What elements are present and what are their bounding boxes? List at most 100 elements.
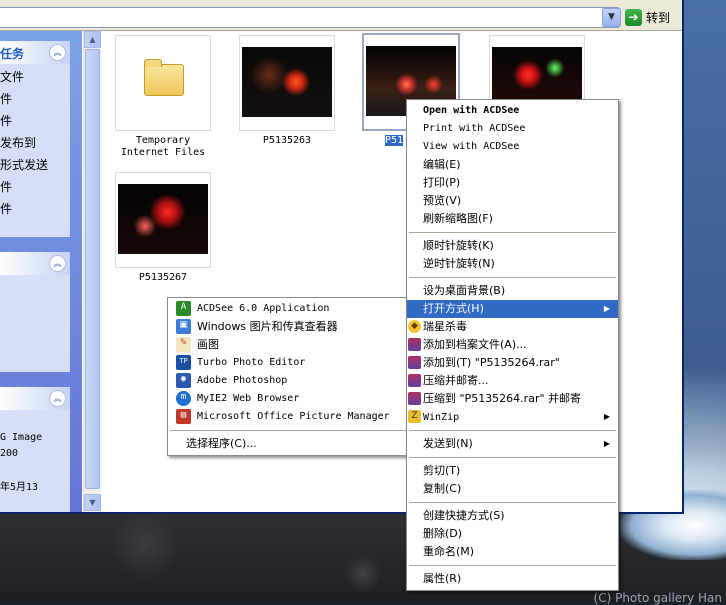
scroll-up-icon[interactable]: ▲	[84, 31, 101, 48]
menu-item-copy[interactable]: 复制(C)	[407, 480, 618, 498]
menu-item-label: 添加到(T) "P5135264.rar"	[423, 356, 560, 369]
menu-item-print[interactable]: 打印(P)	[407, 174, 618, 192]
menu-item-choose-program[interactable]: 选择程序(C)...	[168, 435, 408, 453]
winrar-icon	[408, 374, 421, 387]
vertical-scrollbar[interactable]: ▲ ▼	[83, 31, 101, 512]
winrar-icon	[408, 356, 421, 369]
menu-item-add-archive[interactable]: 添加到档案文件(A)...	[407, 336, 618, 354]
photo-thumbnail	[242, 47, 332, 117]
task-link[interactable]: 件	[0, 112, 70, 134]
picture-manager-icon: ▤	[176, 409, 191, 424]
detail-line: 年5月13	[0, 482, 39, 493]
task-panel-other: ︽	[0, 252, 70, 372]
menu-item-label: 打开方式(H)	[423, 302, 484, 315]
paint-icon: ✎	[176, 337, 191, 352]
menu-item-add-to-rar[interactable]: 添加到(T) "P5135264.rar"	[407, 354, 618, 372]
open-with-submenu: A ACDSee 6.0 Application ▣ Windows 图片和传真…	[167, 297, 409, 456]
menu-item-windows-viewer[interactable]: ▣ Windows 图片和传真查看器	[168, 318, 408, 336]
task-pane: 任务 ︽ 文件 件 件 发布到 形式发送 件 件 ︽ ︽ G Image 200…	[0, 31, 82, 512]
collapse-chevron-icon[interactable]: ︽	[49, 255, 66, 272]
file-item[interactable]: P5135267	[113, 172, 213, 284]
menu-separator	[409, 277, 616, 278]
menu-item-label: 发送到(N)	[423, 437, 473, 450]
submenu-arrow-icon: ▶	[603, 304, 610, 313]
menu-separator	[409, 430, 616, 431]
menu-item-label: Turbo Photo Editor	[197, 357, 306, 368]
menu-item-send-to[interactable]: 发送到(N) ▶	[407, 435, 618, 453]
collapse-chevron-icon[interactable]: ︽	[49, 44, 66, 61]
menu-item-turbo-photo[interactable]: TP Turbo Photo Editor	[168, 354, 408, 372]
menu-separator	[409, 232, 616, 233]
task-link[interactable]: 件	[0, 178, 70, 200]
goto-label: 转到	[646, 10, 671, 25]
goto-arrow-icon: ➔	[625, 8, 642, 26]
menu-item-edit[interactable]: 编辑(E)	[407, 156, 618, 174]
task-panel-header[interactable]: ︽	[0, 252, 70, 275]
menu-item-label: ACDSee 6.0 Application	[197, 303, 330, 314]
file-label: P5135263	[262, 135, 312, 146]
detail-line: G Image	[0, 432, 43, 443]
task-panel-title: 任务	[0, 47, 25, 61]
thumbnail-frame	[115, 172, 211, 268]
menu-separator	[170, 430, 406, 431]
context-menu: Open with ACDSee Print with ACDSee View …	[406, 99, 619, 591]
goto-button[interactable]: ➔ 转到	[625, 8, 670, 26]
menu-item-photoshop[interactable]: ◉ Adobe Photoshop	[168, 372, 408, 390]
task-link[interactable]: 件	[0, 90, 70, 112]
menu-item-preview[interactable]: 预览(V)	[407, 192, 618, 210]
menu-item-label: 添加到档案文件(A)...	[423, 338, 527, 351]
menu-separator	[409, 457, 616, 458]
scroll-thumb[interactable]	[85, 49, 100, 489]
menu-item-cut[interactable]: 剪切(T)	[407, 462, 618, 480]
menu-item-print-acdsee[interactable]: Print with ACDSee	[407, 120, 618, 138]
menu-item-refresh-thumbnail[interactable]: 刷新缩略图(F)	[407, 210, 618, 228]
menu-item-open-acdsee[interactable]: Open with ACDSee	[407, 102, 618, 120]
menu-item-winzip[interactable]: Z WinZip ▶	[407, 408, 618, 426]
menu-item-compress-rar-email[interactable]: 压缩到 "P5135264.rar" 并邮寄	[407, 390, 618, 408]
menu-item-delete[interactable]: 删除(D)	[407, 525, 618, 543]
menu-item-acdsee-app[interactable]: A ACDSee 6.0 Application	[168, 300, 408, 318]
menu-item-view-acdsee[interactable]: View with ACDSee	[407, 138, 618, 156]
photo-thumbnail	[118, 184, 208, 254]
menu-item-paint[interactable]: ✎ 画图	[168, 336, 408, 354]
menu-separator	[409, 565, 616, 566]
address-bar: ▼ ➔ 转到	[0, 0, 682, 31]
menu-item-label: 压缩到 "P5135264.rar" 并邮寄	[423, 392, 582, 405]
collapse-chevron-icon[interactable]: ︽	[49, 390, 66, 407]
task-link[interactable]: 发布到	[0, 134, 70, 156]
menu-item-myie2[interactable]: m MyIE2 Web Browser	[168, 390, 408, 408]
file-label: P5135267	[138, 272, 188, 283]
menu-item-set-wallpaper[interactable]: 设为桌面背景(B)	[407, 282, 618, 300]
winrar-icon	[408, 338, 421, 351]
menu-item-office-picture[interactable]: ▤ Microsoft Office Picture Manager	[168, 408, 408, 426]
menu-item-rotate-ccw[interactable]: 逆时针旋转(N)	[407, 255, 618, 273]
task-panel-header[interactable]: ︽	[0, 387, 70, 410]
file-label: P51	[385, 135, 404, 146]
scroll-down-icon[interactable]: ▼	[84, 494, 101, 511]
task-link[interactable]: 件	[0, 200, 70, 222]
menu-item-compress-email[interactable]: 压缩并邮寄...	[407, 372, 618, 390]
menu-separator	[409, 502, 616, 503]
menu-item-create-shortcut[interactable]: 创建快捷方式(S)	[407, 507, 618, 525]
myie2-icon: m	[176, 391, 191, 406]
address-field[interactable]	[0, 7, 619, 28]
task-panel-header[interactable]: 任务 ︽	[0, 41, 70, 64]
menu-item-label: WinZip	[423, 412, 460, 423]
file-item[interactable]: P5135263	[237, 35, 337, 147]
menu-item-label: MyIE2 Web Browser	[197, 393, 300, 404]
menu-item-label: 画图	[197, 338, 219, 351]
menu-item-rotate-cw[interactable]: 顺时针旋转(K)	[407, 237, 618, 255]
address-dropdown-button[interactable]: ▼	[602, 8, 621, 27]
submenu-arrow-icon: ▶	[603, 439, 610, 448]
task-link[interactable]: 文件	[0, 68, 70, 90]
task-link[interactable]: 形式发送	[0, 156, 70, 178]
file-item[interactable]: Temporary Internet Files	[113, 35, 213, 159]
menu-item-antivirus[interactable]: ◆ 瑞星杀毒	[407, 318, 618, 336]
menu-item-label: 压缩并邮寄...	[423, 374, 489, 387]
menu-item-properties[interactable]: 属性(R)	[407, 570, 618, 588]
menu-item-label: Adobe Photoshop	[197, 375, 288, 386]
menu-item-rename[interactable]: 重命名(M)	[407, 543, 618, 561]
menu-item-open-with[interactable]: 打开方式(H) ▶	[407, 300, 618, 318]
rising-antivirus-icon: ◆	[408, 320, 421, 333]
file-label: Temporary Internet Files	[120, 135, 206, 158]
